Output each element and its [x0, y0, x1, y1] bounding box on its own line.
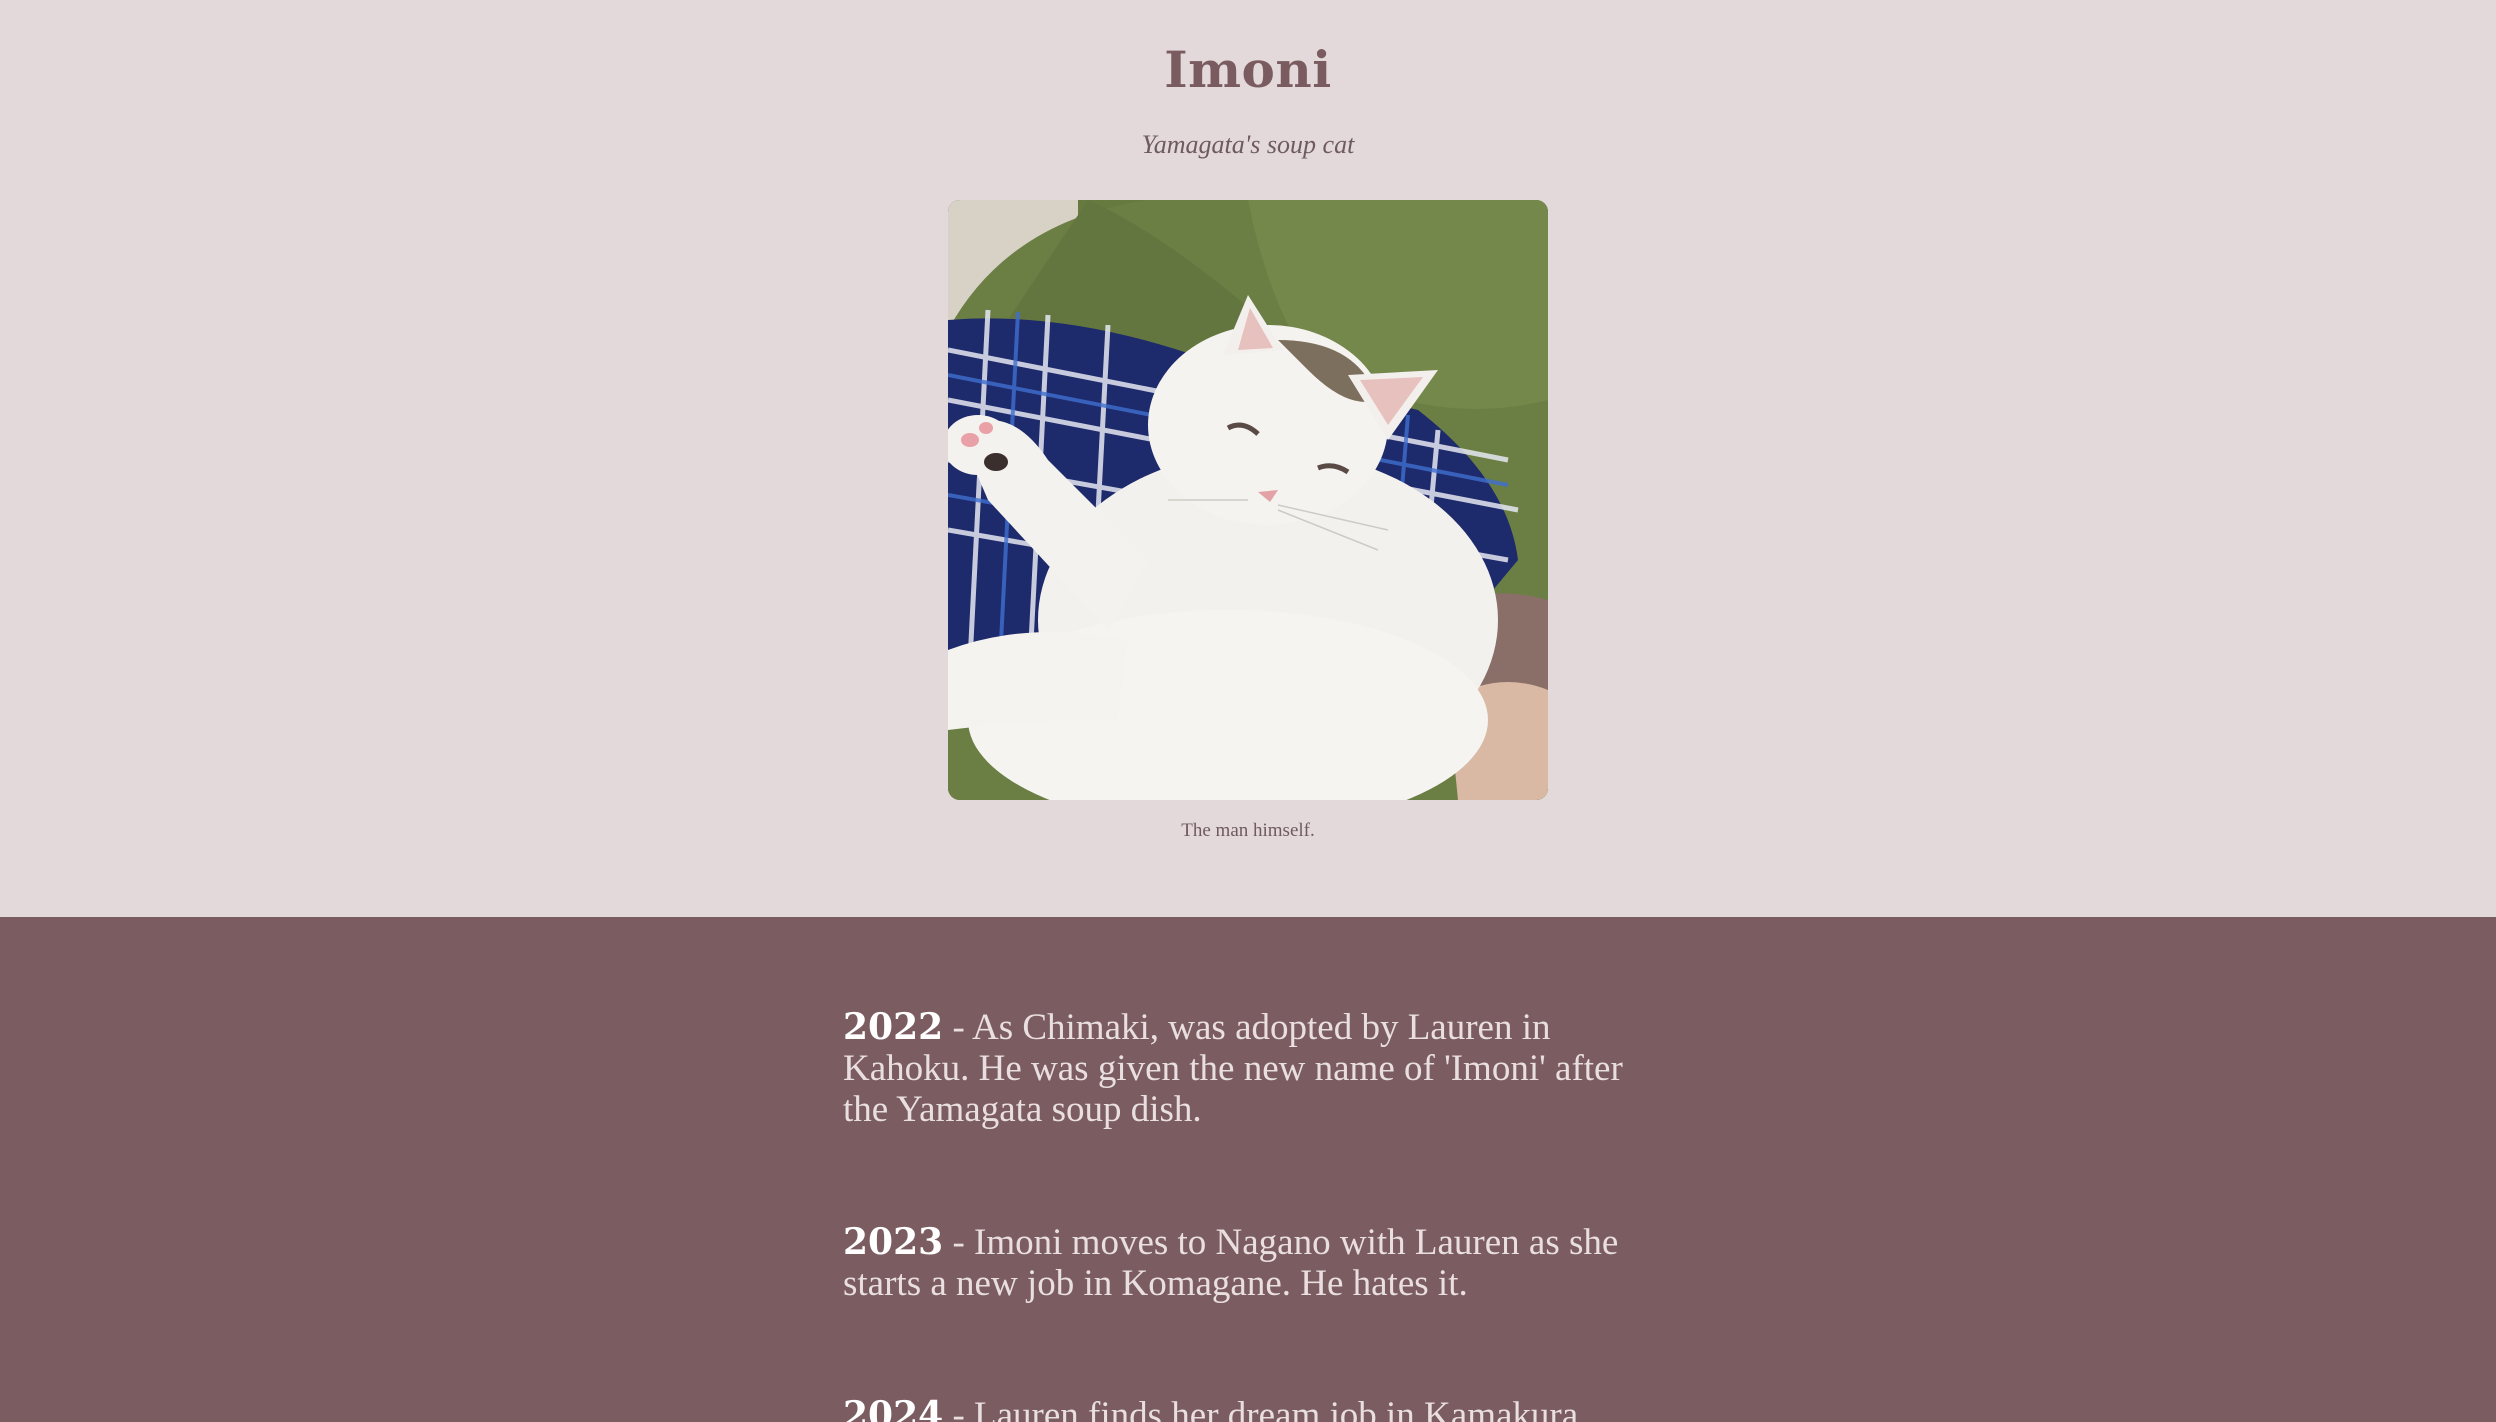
timeline-separator: -: [943, 1007, 972, 1048]
hero-section: Imoni Yamagata's soup cat The man himsel…: [0, 0, 2496, 917]
photo-caption: The man himself.: [1181, 820, 1315, 841]
timeline-entry-2022: 2022 - As Chimaki, was adopted by Lauren…: [843, 1006, 1633, 1131]
timeline-year: 2022: [843, 1006, 944, 1048]
timeline-year: 2024: [843, 1394, 944, 1422]
timeline-separator: -: [943, 1395, 975, 1422]
timeline-entry-2023: 2023 - Imoni moves to Nagano with Lauren…: [843, 1221, 1633, 1305]
cat-photo: [948, 200, 1548, 800]
page-title: Imoni: [1164, 40, 1332, 99]
timeline-section: 2022 - As Chimaki, was adopted by Lauren…: [0, 917, 2496, 1422]
timeline-year: 2023: [843, 1221, 944, 1263]
page: Imoni Yamagata's soup cat The man himsel…: [0, 0, 2496, 1422]
timeline-entry-2024: 2024 - Lauren finds her dream job in Kam…: [843, 1395, 1743, 1422]
cat-photo-illustration: [948, 200, 1548, 800]
timeline-separator: -: [943, 1222, 975, 1263]
timeline-text: Lauren finds her dream job in Kamakura: [974, 1395, 1579, 1422]
page-subtitle: Yamagata's soup cat: [1141, 130, 1355, 159]
